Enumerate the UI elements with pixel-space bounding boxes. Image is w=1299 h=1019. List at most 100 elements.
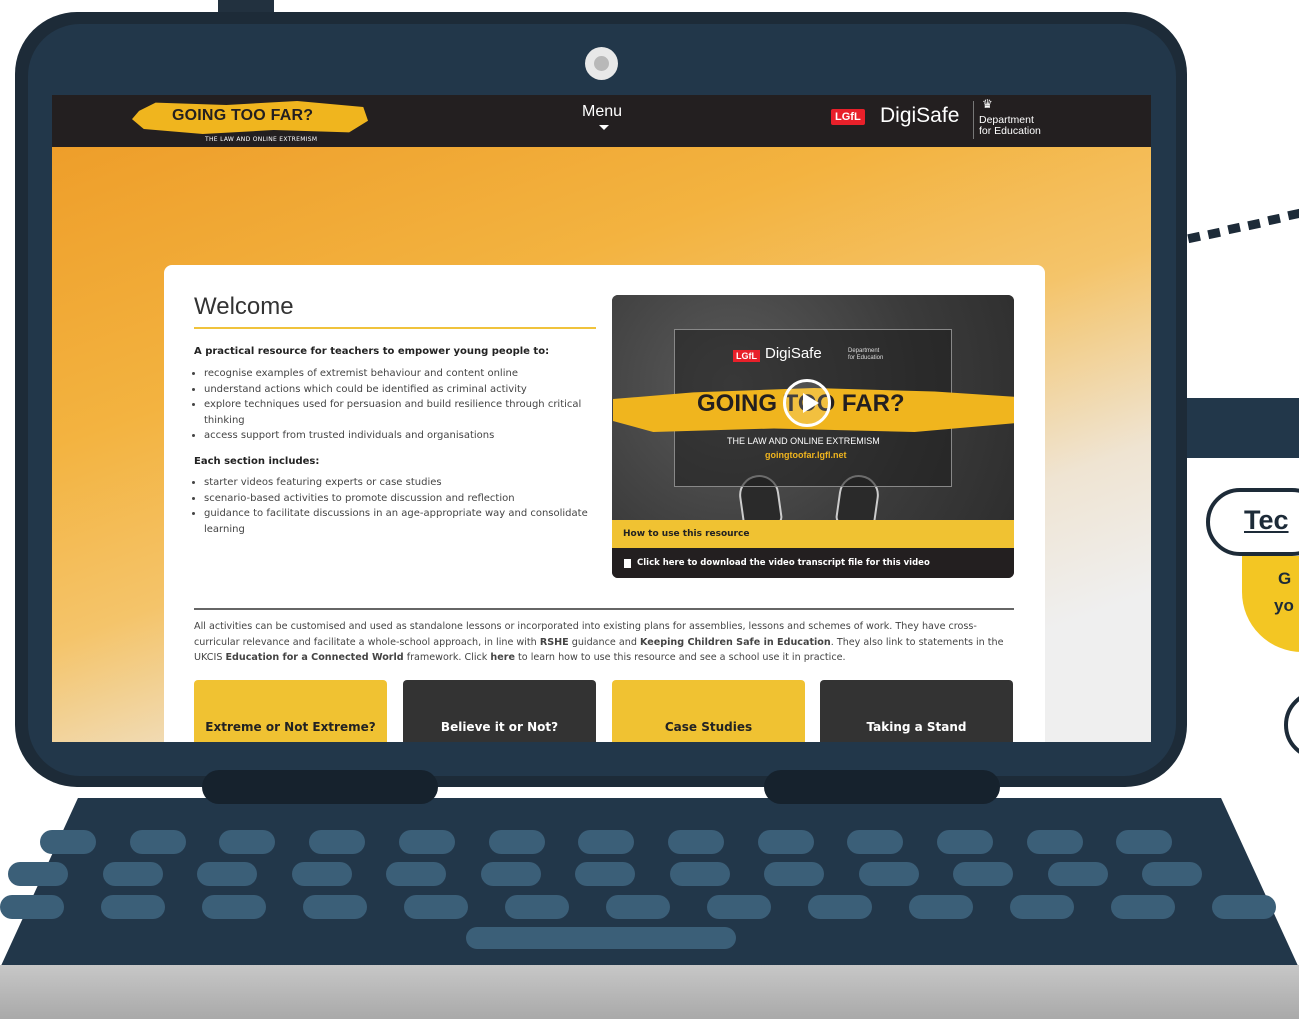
digisafe-logo[interactable]: DigiSafe [880,104,959,128]
keyboard-key [858,862,919,886]
keyboard-key [707,895,771,919]
list-item: explore techniques used for persuasion a… [204,397,604,428]
keyboard-key [40,830,96,854]
keyboard-key [202,895,266,919]
list-item: access support from trusted individuals … [204,428,604,444]
keyboard-key [480,862,541,886]
keyboard-key [101,895,165,919]
keyboard-key [404,895,468,919]
kcsie-text: Keeping Children Safe in Education [639,636,831,648]
keyboard-key [386,862,446,886]
keyboard-key [0,895,64,919]
teacher-link-label[interactable]: Tec [1244,505,1289,536]
keyboard-key [291,862,352,886]
keyboard-key [575,862,635,886]
keyboard-key [909,895,973,919]
keyboard-key [309,830,366,854]
laptop-base-edge [0,965,1299,1019]
tile-case-studies[interactable]: Case Studies [612,680,805,742]
dfe-line2: for Education [979,125,1041,137]
keyboard-key [1142,862,1202,886]
keyboard-key [669,862,730,886]
webcam-icon [585,47,618,80]
keyboard-key [937,830,993,854]
list-item: guidance to facilitate discussions in an… [204,506,604,537]
laptop-hinge-right [764,770,1000,804]
laptop-screen: GOING TOO FAR? THE LAW AND ONLINE EXTREM… [52,95,1151,742]
keyboard-key [1111,895,1175,919]
logo-subtitle: THE LAW AND ONLINE EXTREMISM [205,136,318,143]
chevron-down-icon[interactable] [599,125,609,130]
menu-button[interactable]: Menu [582,103,622,121]
laptop-hinge-left [202,770,438,804]
paragraph-text: to learn how to use this resource and se… [514,652,846,663]
keyboard-key [8,862,68,886]
keyboard-key [764,862,824,886]
file-icon [624,559,631,568]
video-lgfl-logo: LGfL [733,350,760,362]
tile-extreme-or-not[interactable]: Extreme or Not Extreme? [194,680,387,742]
keyboard-key [606,895,670,919]
intro-list: recognise examples of extremist behaviou… [194,366,604,444]
keyboard-key [667,830,724,854]
crest-icon: ♛ [982,97,993,111]
keyboard-key [102,862,163,886]
circle-outline [1284,690,1299,760]
side-panel-bar [1187,398,1299,458]
here-link[interactable]: here [490,652,515,663]
keyboard-key [1026,830,1083,854]
keyboard-key [1010,895,1074,919]
lgfl-logo[interactable]: LGfL [831,109,865,125]
keyboard-key [303,895,367,919]
intro-text: A practical resource for teachers to emp… [194,346,550,357]
keyboard-key [398,830,455,854]
keyboard-key [197,862,257,886]
tile-believe-it-or-not[interactable]: Believe it or Not? [403,680,596,742]
section-list: starter videos featuring experts or case… [194,475,604,537]
yellow-callout-line2: yo [1274,596,1294,615]
paragraph-text: framework. Click [403,652,491,663]
dfe-logo[interactable]: Department for Education [979,115,1041,137]
list-item: understand actions which could be identi… [204,382,604,398]
download-transcript-link[interactable]: Click here to download the video transcr… [637,558,930,568]
keyboard-key [488,830,545,854]
keyboard-key [808,895,872,919]
video-player[interactable]: LGfL DigiSafe Department for Education G… [612,295,1014,578]
list-item: recognise examples of extremist behaviou… [204,366,604,382]
rshe-text: RSHE [539,636,569,648]
keyboard-key [578,830,635,854]
page-title: Welcome [194,293,294,320]
keyboard-key [953,862,1013,886]
keyboard-key [1212,895,1276,919]
keyboard-key [505,895,569,919]
keyboard-key [219,830,276,854]
video-dfe-line2: for Education [848,355,884,361]
site-logo[interactable]: GOING TOO FAR? THE LAW AND ONLINE EXTREM… [132,99,372,145]
video-dfe-logo: Department for Education [848,348,883,362]
connected-world-text: Education for a Connected World [225,652,404,663]
yellow-callout-line1: G [1278,569,1292,588]
how-to-link[interactable]: How to use this resource [623,529,749,539]
play-icon[interactable] [783,379,831,427]
hero-background: Welcome A practical resource for teacher… [52,147,1151,742]
keyboard-key [847,830,904,854]
keyboard-key [1116,830,1173,854]
description-paragraph: All activities can be customised and use… [194,619,1019,666]
logo-divider [973,101,974,139]
video-dfe-line1: Department [848,348,880,354]
keyboard-key [129,830,186,854]
list-item: starter videos featuring experts or case… [204,475,604,491]
yellow-callout-text: G yo [1274,565,1294,619]
video-url: goingtoofar.lgfl.net [765,450,847,460]
welcome-card: Welcome A practical resource for teacher… [164,265,1045,742]
list-item: scenario-based activities to promote dis… [204,491,604,507]
keyboard-key [757,830,814,854]
spacebar-key [466,927,736,949]
paragraph-text: guidance and [568,636,640,648]
video-digisafe-logo: DigiSafe [765,345,822,362]
logo-title: GOING TOO FAR? [172,107,314,124]
video-subtitle: THE LAW AND ONLINE EXTREMISM [727,436,880,446]
title-underline [194,327,596,329]
tile-taking-a-stand[interactable]: Taking a Stand [820,680,1013,742]
section-heading: Each section includes: [194,456,320,467]
